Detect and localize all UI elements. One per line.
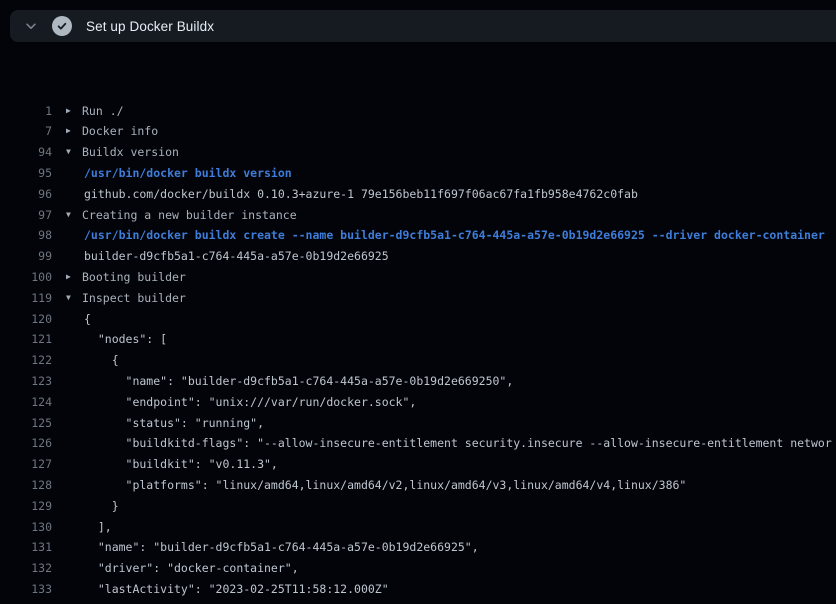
line-number[interactable]: 100 xyxy=(0,267,52,288)
output-text: "buildkitd-flags": "--allow-insecure-ent… xyxy=(66,433,832,454)
group-title[interactable]: Buildx version xyxy=(82,142,179,163)
line-number[interactable]: 127 xyxy=(0,454,52,475)
line-number[interactable]: 1 xyxy=(0,101,52,122)
log-line: 95 /usr/bin/docker buildx version xyxy=(0,163,836,184)
line-number[interactable]: 130 xyxy=(0,517,52,538)
output-text: "nodes": [ xyxy=(66,329,167,350)
output-text: "platforms": "linux/amd64,linux/amd64/v2… xyxy=(66,475,686,496)
line-number[interactable]: 96 xyxy=(0,184,52,205)
output-text: builder-d9cfb5a1-c764-445a-a57e-0b19d2e6… xyxy=(66,246,389,267)
step-title: Set up Docker Buildx xyxy=(86,19,214,34)
log-line: 99 builder-d9cfb5a1-c764-445a-a57e-0b19d… xyxy=(0,246,836,267)
log-line: 128 "platforms": "linux/amd64,linux/amd6… xyxy=(0,475,836,496)
log-line: 129 } xyxy=(0,496,836,517)
line-number[interactable]: 122 xyxy=(0,350,52,371)
log-line: 121 "nodes": [ xyxy=(0,329,836,350)
output-text: "endpoint": "unix:///var/run/docker.sock… xyxy=(66,392,416,413)
log-line: 120 { xyxy=(0,309,836,330)
line-number[interactable]: 98 xyxy=(0,225,52,246)
output-text: { xyxy=(66,309,91,330)
group-title[interactable]: Booting builder xyxy=(82,267,186,288)
line-number[interactable]: 126 xyxy=(0,433,52,454)
log-line: 97 ▼ Creating a new builder instance xyxy=(0,205,836,226)
group-title[interactable]: Run ./ xyxy=(82,101,124,122)
log-line: 133 "lastActivity": "2023-02-25T11:58:12… xyxy=(0,579,836,600)
output-text: "buildkit": "v0.11.3", xyxy=(66,454,278,475)
log-line: 122 { xyxy=(0,350,836,371)
output-text: "lastActivity": "2023-02-25T11:58:12.000… xyxy=(66,579,389,600)
check-circle-icon xyxy=(52,16,72,36)
log-line: 131 "name": "builder-d9cfb5a1-c764-445a-… xyxy=(0,537,836,558)
line-number[interactable]: 133 xyxy=(0,579,52,600)
output-text: "status": "running", xyxy=(66,413,264,434)
log-line: 1 ▶ Run ./ xyxy=(0,101,836,122)
line-number[interactable]: 95 xyxy=(0,163,52,184)
triangle-collapsed-icon[interactable]: ▶ xyxy=(66,267,82,288)
output-text: } xyxy=(66,600,91,604)
output-text: } xyxy=(66,496,119,517)
line-number[interactable]: 125 xyxy=(0,413,52,434)
triangle-collapsed-icon[interactable]: ▶ xyxy=(66,121,82,142)
triangle-collapsed-icon[interactable]: ▶ xyxy=(66,101,82,122)
log-view: 1 ▶ Run ./ 7 ▶ Docker info 94 ▼ Buildx v… xyxy=(0,59,836,604)
line-number[interactable]: 120 xyxy=(0,309,52,330)
log-line: 7 ▶ Docker info xyxy=(0,121,836,142)
chevron-down-icon[interactable] xyxy=(23,18,39,34)
log-line: 134 } xyxy=(0,600,836,604)
output-text: { xyxy=(66,350,119,371)
output-text: github.com/docker/buildx 0.10.3+azure-1 … xyxy=(66,184,638,205)
line-number[interactable]: 7 xyxy=(0,121,52,142)
group-title[interactable]: Inspect builder xyxy=(82,288,186,309)
line-number[interactable]: 129 xyxy=(0,496,52,517)
triangle-expanded-icon[interactable]: ▼ xyxy=(66,142,82,163)
line-number[interactable]: 97 xyxy=(0,205,52,226)
triangle-expanded-icon[interactable]: ▼ xyxy=(66,288,82,309)
output-text: "name": "builder-d9cfb5a1-c764-445a-a57e… xyxy=(66,537,479,558)
line-number[interactable]: 94 xyxy=(0,142,52,163)
log-line: 125 "status": "running", xyxy=(0,413,836,434)
log-line: 124 "endpoint": "unix:///var/run/docker.… xyxy=(0,392,836,413)
line-number[interactable]: 124 xyxy=(0,392,52,413)
line-number[interactable]: 131 xyxy=(0,537,52,558)
line-number[interactable]: 123 xyxy=(0,371,52,392)
line-number[interactable]: 128 xyxy=(0,475,52,496)
output-text: "name": "builder-d9cfb5a1-c764-445a-a57e… xyxy=(66,371,513,392)
output-text: "driver": "docker-container", xyxy=(66,558,299,579)
log-line: 126 "buildkitd-flags": "--allow-insecure… xyxy=(0,433,836,454)
group-title[interactable]: Docker info xyxy=(82,121,158,142)
log-line: 98 /usr/bin/docker buildx create --name … xyxy=(0,225,836,246)
log-line: 100 ▶ Booting builder xyxy=(0,267,836,288)
line-number[interactable]: 132 xyxy=(0,558,52,579)
line-number[interactable]: 134 xyxy=(0,600,52,604)
log-line: 123 "name": "builder-d9cfb5a1-c764-445a-… xyxy=(0,371,836,392)
log-lines: 1 ▶ Run ./ 7 ▶ Docker info 94 ▼ Buildx v… xyxy=(0,101,836,604)
command-text: /usr/bin/docker buildx version xyxy=(66,163,292,184)
line-number[interactable]: 121 xyxy=(0,329,52,350)
command-text: /usr/bin/docker buildx create --name bui… xyxy=(66,225,825,246)
log-line: 94 ▼ Buildx version xyxy=(0,142,836,163)
group-title[interactable]: Creating a new builder instance xyxy=(82,205,297,226)
step-header[interactable]: Set up Docker Buildx xyxy=(10,10,836,42)
log-line: 96 github.com/docker/buildx 0.10.3+azure… xyxy=(0,184,836,205)
log-line: 130 ], xyxy=(0,517,836,538)
log-line: 119 ▼ Inspect builder xyxy=(0,288,836,309)
log-line: 132 "driver": "docker-container", xyxy=(0,558,836,579)
line-number[interactable]: 99 xyxy=(0,246,52,267)
log-line: 127 "buildkit": "v0.11.3", xyxy=(0,454,836,475)
triangle-expanded-icon[interactable]: ▼ xyxy=(66,205,82,226)
output-text: ], xyxy=(66,517,112,538)
line-number[interactable]: 119 xyxy=(0,288,52,309)
